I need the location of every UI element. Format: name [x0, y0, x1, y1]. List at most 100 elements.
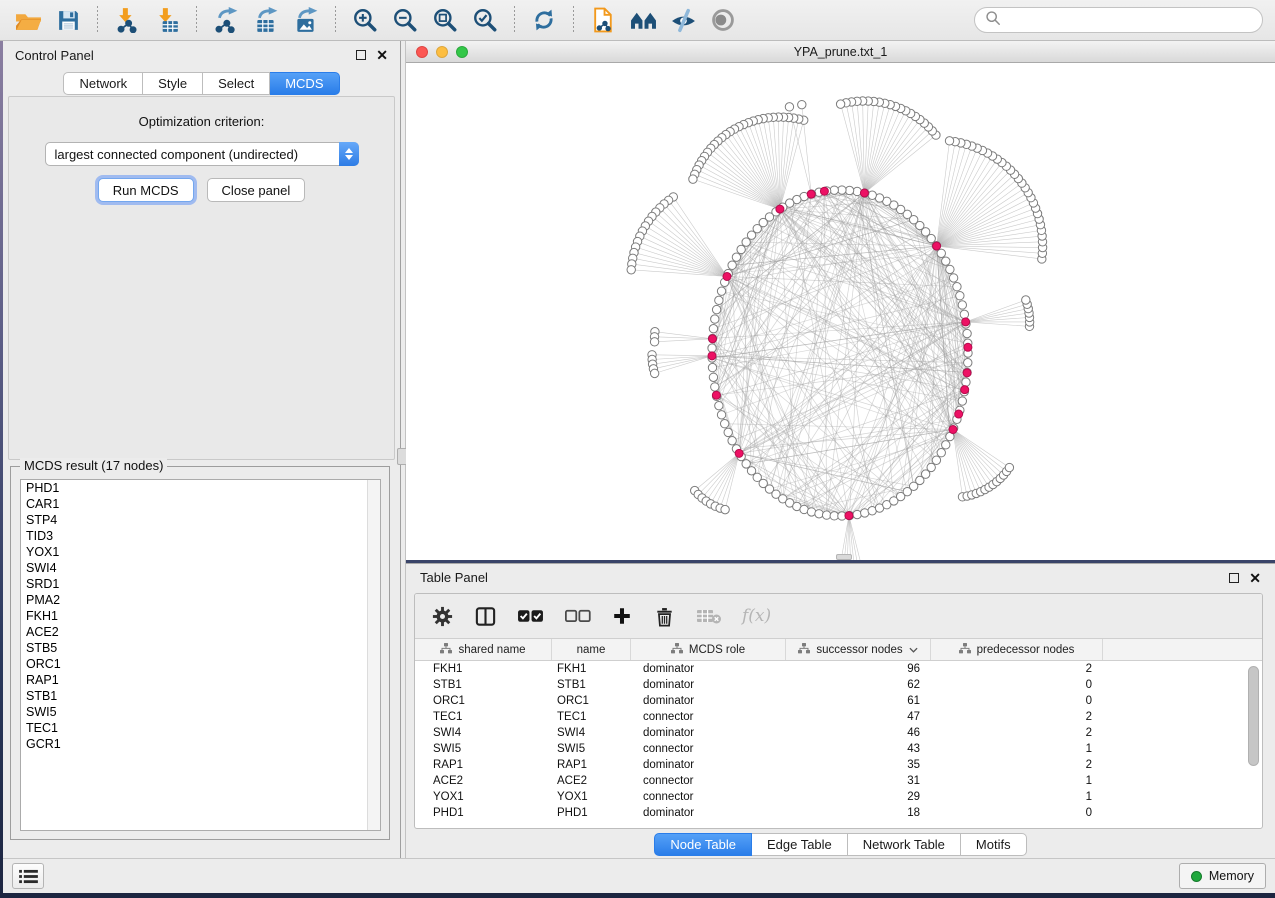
cell-shared-name[interactable]: SWI4	[415, 725, 552, 741]
cell-name[interactable]: STB1	[552, 677, 631, 693]
tab-mcds[interactable]: MCDS	[270, 72, 339, 95]
zoom-out-icon[interactable]	[388, 3, 422, 37]
cell-predecessor-nodes[interactable]: 0	[931, 677, 1103, 693]
open-folder-icon[interactable]	[11, 3, 45, 37]
zoom-fit-icon[interactable]	[428, 3, 462, 37]
column-header-shared-name[interactable]: shared name	[415, 639, 552, 660]
table-row[interactable]: STB1STB1dominator620	[415, 677, 1262, 693]
mcds-result-item[interactable]: STB5	[21, 640, 380, 656]
tab-style[interactable]: Style	[143, 72, 203, 95]
cell-MCDS-role[interactable]: connector	[631, 709, 786, 725]
column-header-successor-nodes[interactable]: successor nodes	[786, 639, 931, 660]
gear-icon[interactable]	[431, 605, 454, 628]
run-mcds-button[interactable]: Run MCDS	[98, 178, 194, 202]
close-panel-button[interactable]: Close panel	[207, 178, 306, 202]
cell-MCDS-role[interactable]: dominator	[631, 805, 786, 821]
export-image-icon[interactable]	[289, 3, 323, 37]
tab-node-table[interactable]: Node Table	[654, 833, 752, 856]
export-table-icon[interactable]	[249, 3, 283, 37]
tab-select[interactable]: Select	[203, 72, 270, 95]
memory-button[interactable]: Memory	[1179, 863, 1266, 889]
mcds-result-item[interactable]: RAP1	[21, 672, 380, 688]
cell-predecessor-nodes[interactable]: 2	[931, 757, 1103, 773]
cell-predecessor-nodes[interactable]: 2	[931, 661, 1103, 677]
tab-network-table[interactable]: Network Table	[848, 833, 961, 856]
cell-successor-nodes[interactable]: 31	[786, 773, 931, 789]
mcds-result-list[interactable]: PHD1CAR1STP4TID3YOX1SWI4SRD1PMA2FKH1ACE2…	[20, 479, 381, 831]
mcds-result-item[interactable]: CAR1	[21, 496, 380, 512]
mcds-list-scrollbar[interactable]	[367, 480, 380, 830]
mcds-result-item[interactable]: SWI4	[21, 560, 380, 576]
cell-shared-name[interactable]: FKH1	[415, 661, 552, 677]
column-header-MCDS-role[interactable]: MCDS role	[631, 639, 786, 660]
cell-name[interactable]: SWI4	[552, 725, 631, 741]
cell-shared-name[interactable]: ACE2	[415, 773, 552, 789]
hide-selection-icon[interactable]	[666, 3, 700, 37]
table-row[interactable]: SWI5SWI5connector431	[415, 741, 1262, 757]
network-canvas[interactable]	[406, 63, 1275, 560]
cell-name[interactable]: SWI5	[552, 741, 631, 757]
mcds-result-item[interactable]: SWI5	[21, 704, 380, 720]
mcds-result-item[interactable]: STP4	[21, 512, 380, 528]
cell-MCDS-role[interactable]: dominator	[631, 693, 786, 709]
table-row[interactable]: ACE2ACE2connector311	[415, 773, 1262, 789]
search-input[interactable]	[1007, 12, 1252, 29]
new-network-from-selection-icon[interactable]	[586, 3, 620, 37]
cell-name[interactable]: FKH1	[552, 661, 631, 677]
network-window-titlebar[interactable]: YPA_prune.txt_1	[406, 41, 1275, 63]
cell-predecessor-nodes[interactable]: 2	[931, 725, 1103, 741]
column-header-predecessor-nodes[interactable]: predecessor nodes	[931, 639, 1103, 660]
cell-shared-name[interactable]: RAP1	[415, 757, 552, 773]
table-row[interactable]: ORC1ORC1dominator610	[415, 693, 1262, 709]
cell-predecessor-nodes[interactable]: 0	[931, 805, 1103, 821]
mcds-result-item[interactable]: ORC1	[21, 656, 380, 672]
cell-MCDS-role[interactable]: dominator	[631, 677, 786, 693]
mcds-result-item[interactable]: TEC1	[21, 720, 380, 736]
export-network-icon[interactable]	[209, 3, 243, 37]
mcds-result-item[interactable]: SRD1	[21, 576, 380, 592]
float-panel-icon[interactable]	[356, 50, 366, 60]
cell-MCDS-role[interactable]: connector	[631, 773, 786, 789]
mcds-result-item[interactable]: GCR1	[21, 736, 380, 752]
cell-name[interactable]: RAP1	[552, 757, 631, 773]
unselect-all-icon[interactable]	[564, 608, 591, 625]
cell-successor-nodes[interactable]: 18	[786, 805, 931, 821]
cell-MCDS-role[interactable]: dominator	[631, 661, 786, 677]
cell-predecessor-nodes[interactable]: 0	[931, 693, 1103, 709]
cell-shared-name[interactable]: STB1	[415, 677, 552, 693]
cell-MCDS-role[interactable]: connector	[631, 789, 786, 805]
cell-shared-name[interactable]: PHD1	[415, 805, 552, 821]
network-graph[interactable]	[406, 63, 1275, 560]
table-row[interactable]: FKH1FKH1dominator962	[415, 661, 1262, 677]
mcds-result-item[interactable]: PMA2	[21, 592, 380, 608]
cell-shared-name[interactable]: YOX1	[415, 789, 552, 805]
table-scrollbar[interactable]	[1248, 666, 1259, 766]
mcds-result-item[interactable]: FKH1	[21, 608, 380, 624]
cell-shared-name[interactable]: SWI5	[415, 741, 552, 757]
close-table-panel-icon[interactable]: ✕	[1249, 573, 1261, 583]
cell-name[interactable]: PHD1	[552, 805, 631, 821]
refresh-layout-icon[interactable]	[527, 3, 561, 37]
import-network-icon[interactable]	[110, 3, 144, 37]
cell-MCDS-role[interactable]: dominator	[631, 725, 786, 741]
maximize-window-icon[interactable]	[456, 46, 468, 58]
table-row[interactable]: SWI4SWI4dominator462	[415, 725, 1262, 741]
cell-shared-name[interactable]: ORC1	[415, 693, 552, 709]
cell-name[interactable]: ACE2	[552, 773, 631, 789]
cell-predecessor-nodes[interactable]: 1	[931, 773, 1103, 789]
cell-name[interactable]: ORC1	[552, 693, 631, 709]
close-panel-icon[interactable]: ✕	[376, 50, 388, 60]
mcds-result-item[interactable]: YOX1	[21, 544, 380, 560]
cell-successor-nodes[interactable]: 62	[786, 677, 931, 693]
show-all-icon[interactable]	[706, 3, 740, 37]
cell-successor-nodes[interactable]: 46	[786, 725, 931, 741]
cell-successor-nodes[interactable]: 29	[786, 789, 931, 805]
cell-successor-nodes[interactable]: 35	[786, 757, 931, 773]
tab-edge-table[interactable]: Edge Table	[752, 833, 848, 856]
save-icon[interactable]	[51, 3, 85, 37]
minimize-window-icon[interactable]	[436, 46, 448, 58]
split-panel-icon[interactable]	[474, 605, 497, 628]
cell-MCDS-role[interactable]: dominator	[631, 757, 786, 773]
tab-motifs[interactable]: Motifs	[961, 833, 1027, 856]
first-neighbors-icon[interactable]	[626, 3, 660, 37]
